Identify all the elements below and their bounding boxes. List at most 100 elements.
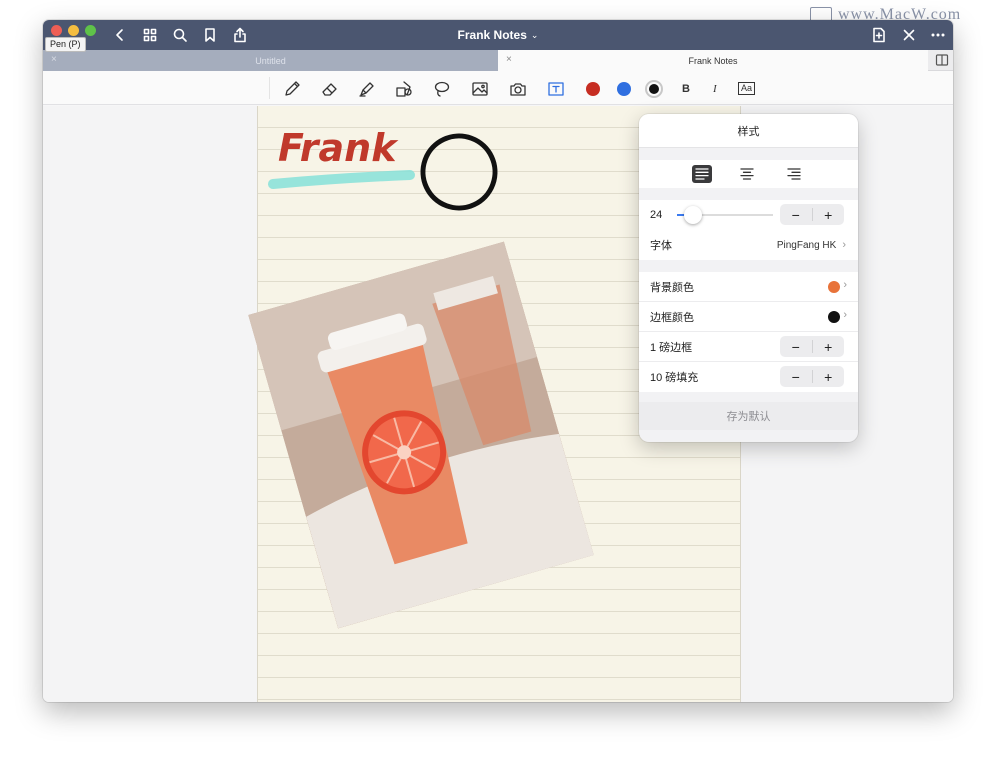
save-as-default-button[interactable]: 存为默认 — [639, 402, 858, 430]
increase-border-button[interactable]: + — [813, 336, 845, 357]
title-bar: Pen (P) Frank Notes ⌄ — [43, 20, 953, 52]
tab-label: Untitled — [255, 55, 286, 66]
highlighter-icon — [359, 82, 374, 97]
popover-title: 样式 — [639, 114, 858, 148]
minimize-window-button[interactable] — [68, 25, 79, 36]
font-size-stepper: − + — [780, 204, 844, 225]
align-right-icon — [787, 168, 801, 180]
zoom-window-button[interactable] — [85, 25, 96, 36]
bold-button[interactable]: B — [682, 80, 690, 98]
grid-view-button[interactable] — [140, 25, 160, 45]
chevron-right-icon: › — [843, 309, 847, 321]
align-right-button[interactable] — [784, 165, 804, 183]
highlight-stroke — [268, 170, 415, 189]
tab-bar: × Untitled × Frank Notes — [43, 50, 953, 71]
font-section: 24 − + 字体 PingFang HK › — [639, 200, 858, 260]
box-options-section: 背景颜色 › 边框颜色 › 1 磅边框 − + 10 磅填充 − + — [639, 272, 858, 392]
add-page-button[interactable] — [869, 25, 889, 45]
border-width-row: 1 磅边框 − + — [639, 332, 858, 362]
split-view-button[interactable] — [935, 53, 949, 67]
increase-font-size-button[interactable]: + — [813, 204, 845, 225]
border-color-row[interactable]: 边框颜色 › — [639, 302, 858, 332]
font-size-value: 24 — [650, 209, 663, 221]
font-family-row[interactable]: 字体 PingFang HK › — [639, 230, 858, 260]
chevron-right-icon: › — [842, 239, 846, 251]
tab-untitled[interactable]: × Untitled — [43, 50, 498, 71]
decrease-border-button[interactable]: − — [780, 336, 812, 357]
color-swatch-blue[interactable] — [617, 82, 631, 96]
tooltip: Pen (P) — [45, 37, 86, 52]
shapes-icon — [396, 81, 412, 97]
textbox-icon — [548, 82, 564, 96]
lasso-icon — [434, 81, 450, 97]
image-icon — [472, 82, 488, 96]
highlighter-tool[interactable] — [356, 78, 378, 100]
padding-label: 10 磅填充 — [650, 372, 699, 384]
back-button[interactable] — [110, 25, 130, 45]
close-tool-button[interactable] — [899, 25, 919, 45]
close-window-button[interactable] — [51, 25, 62, 36]
text-style-button[interactable]: Aa — [738, 82, 756, 95]
search-icon — [173, 28, 187, 42]
font-size-row: 24 − + — [639, 200, 858, 230]
grid-icon — [143, 28, 157, 42]
tab-close-icon[interactable]: × — [51, 54, 57, 65]
more-icon — [931, 33, 945, 37]
align-center-button[interactable] — [737, 165, 757, 183]
tab-label: Frank Notes — [688, 55, 738, 66]
style-popover: 样式 24 − + 字体 PingFang HK › 背景颜色 › 边框颜色 ›… — [639, 114, 858, 442]
camera-icon — [510, 83, 526, 96]
color-swatch-fill — [649, 84, 659, 94]
align-center-icon — [740, 168, 754, 180]
camera-tool[interactable] — [507, 78, 529, 100]
drawn-circle — [420, 133, 498, 211]
chevron-right-icon: › — [843, 279, 847, 291]
image-tool[interactable] — [469, 78, 491, 100]
decrease-font-size-button[interactable]: − — [780, 204, 812, 225]
border-width-label: 1 磅边框 — [650, 341, 693, 354]
pen-tool[interactable] — [281, 78, 303, 100]
document-title-label: Frank Notes — [457, 28, 527, 42]
chevron-down-icon: ⌄ — [530, 29, 539, 40]
bookmark-icon — [205, 28, 215, 42]
tab-frank-notes[interactable]: × Frank Notes — [498, 50, 928, 71]
align-left-button[interactable] — [692, 165, 712, 183]
handwriting-frank: Frank — [278, 126, 399, 170]
share-button[interactable] — [230, 25, 250, 45]
pen-icon — [285, 81, 300, 96]
color-swatch-black-selected[interactable] — [645, 80, 663, 98]
split-view-icon — [935, 54, 949, 66]
add-page-icon — [873, 27, 885, 43]
bg-color-label: 背景颜色 — [650, 281, 694, 294]
color-swatch-red[interactable] — [586, 82, 600, 96]
font-label: 字体 — [650, 240, 672, 252]
font-family-name: PingFang HK — [776, 239, 837, 251]
border-width-stepper: − + — [780, 336, 844, 357]
shapes-tool[interactable] — [393, 78, 415, 100]
lasso-tool[interactable] — [431, 78, 453, 100]
slider-thumb[interactable] — [684, 206, 702, 224]
increase-padding-button[interactable]: + — [813, 366, 845, 387]
tool-bar: B I Aa — [43, 71, 953, 105]
font-family-value: PingFang HK › — [777, 239, 846, 251]
padding-row: 10 磅填充 − + — [639, 362, 858, 392]
border-color-swatch — [828, 311, 840, 323]
decrease-padding-button[interactable]: − — [780, 366, 812, 387]
bg-color-swatch — [828, 281, 840, 293]
italic-button[interactable]: I — [713, 80, 717, 98]
close-icon — [903, 29, 915, 41]
tab-close-icon[interactable]: × — [506, 54, 512, 65]
textbox-tool[interactable] — [545, 78, 567, 100]
bg-color-row[interactable]: 背景颜色 › — [639, 272, 858, 302]
bookmark-button[interactable] — [200, 25, 220, 45]
search-button[interactable] — [170, 25, 190, 45]
eraser-tool[interactable] — [319, 78, 341, 100]
more-button[interactable] — [928, 25, 948, 45]
share-icon — [234, 27, 246, 43]
toolbar-divider — [269, 77, 270, 99]
eraser-icon — [322, 83, 337, 96]
chevron-left-icon — [116, 29, 123, 41]
align-left-icon — [695, 168, 709, 180]
padding-stepper: − + — [780, 366, 844, 387]
border-color-label: 边框颜色 — [650, 311, 694, 324]
